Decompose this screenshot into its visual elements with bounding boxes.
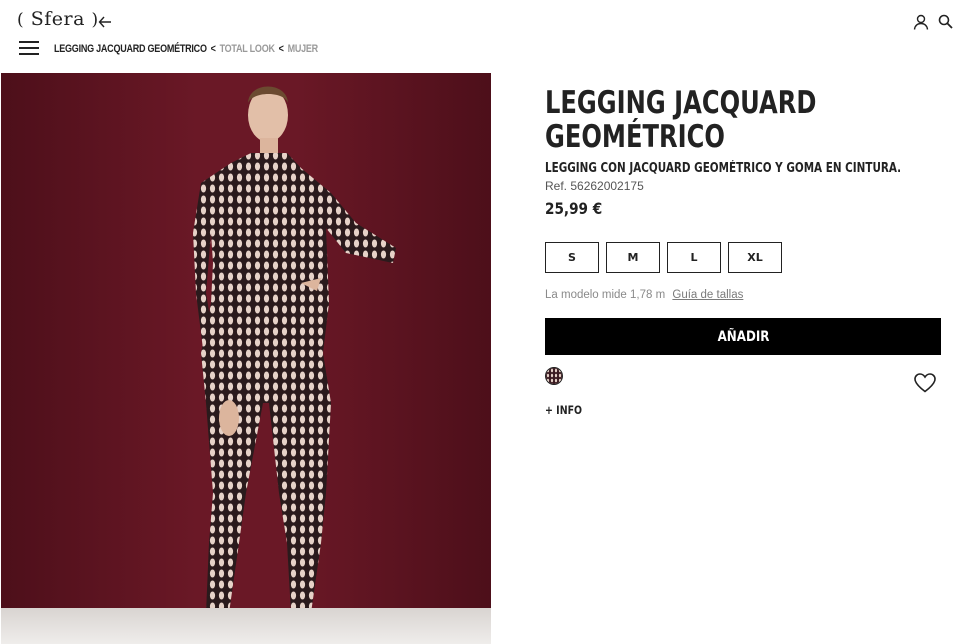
sfera-logo[interactable]: ( Sfera ) — [17, 8, 99, 30]
product-description: LEGGING CON JACQUARD GEOMÉTRICO Y GOMA E… — [545, 161, 902, 176]
breadcrumb-separator: < — [210, 43, 216, 55]
image-floor — [1, 608, 491, 644]
breadcrumb-mujer[interactable]: MUJER — [288, 43, 319, 55]
size-guide-link[interactable]: Guía de tallas — [672, 289, 743, 301]
search-icon[interactable] — [938, 14, 953, 29]
swatch-pattern — [546, 368, 562, 384]
breadcrumb: LEGGING JACQUARD GEOMÉTRICO < TOTAL LOOK… — [54, 43, 318, 55]
breadcrumb-separator: < — [278, 43, 284, 55]
product-price: 25,99 € — [545, 199, 603, 218]
model-height-text: La modelo mide 1,78 m — [545, 289, 666, 301]
product-image — [1, 73, 491, 644]
breadcrumb-current: LEGGING JACQUARD GEOMÉTRICO — [54, 43, 207, 55]
model-figure — [193, 86, 396, 613]
size-selector: S M L XL — [545, 242, 782, 273]
size-button-xl[interactable]: XL — [728, 242, 782, 273]
header: ( Sfera ) LEGGING JACQUARD GEOMÉTRICO < … — [0, 0, 962, 70]
logo-open-paren: ( — [17, 10, 25, 30]
size-button-s[interactable]: S — [545, 242, 599, 273]
size-button-m[interactable]: M — [606, 242, 660, 273]
color-swatch[interactable] — [545, 367, 563, 385]
product-info: LEGGING JACQUARD GEOMÉTRICO LEGGING CON … — [545, 86, 945, 218]
heart-icon[interactable] — [914, 373, 936, 393]
hamburger-menu-icon[interactable] — [19, 41, 39, 56]
breadcrumb-total-look[interactable]: TOTAL LOOK — [220, 43, 275, 55]
more-info-link[interactable]: + INFO — [545, 403, 582, 417]
model-info: La modelo mide 1,78 m Guía de tallas — [545, 289, 743, 301]
size-button-l[interactable]: L — [667, 242, 721, 273]
add-to-cart-button[interactable]: AÑADIR — [545, 318, 941, 355]
logo-text: Sfera — [30, 8, 85, 30]
back-arrow-icon[interactable] — [98, 15, 112, 29]
user-icon[interactable] — [913, 14, 929, 30]
product-title: LEGGING JACQUARD GEOMÉTRICO — [545, 85, 817, 155]
add-to-cart-label: AÑADIR — [717, 328, 769, 345]
product-ref: Ref. 56262002175 — [545, 179, 644, 193]
